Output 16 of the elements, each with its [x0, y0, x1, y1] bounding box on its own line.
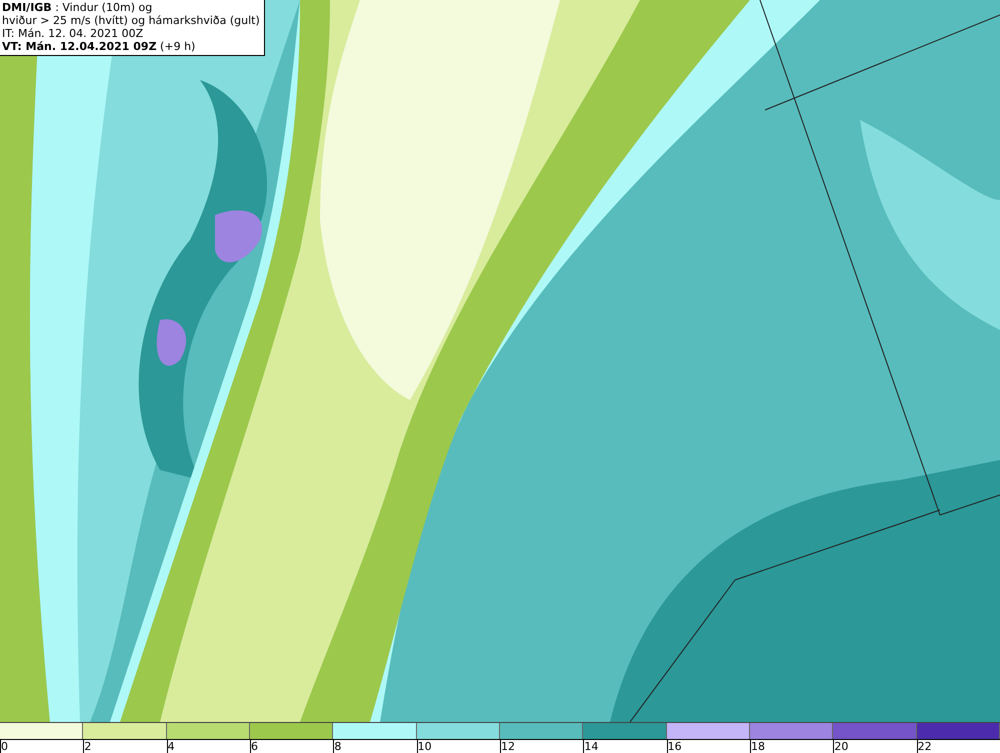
legend-tick-label: 0 [0, 740, 8, 753]
legend-tick-label: 16 [666, 740, 682, 753]
legend-tick-label: 12 [500, 740, 515, 753]
info-line: VT: Mán. 12.04.2021 09Z (+9 h) [2, 40, 196, 53]
legend-tick-label: 4 [166, 740, 175, 753]
legend-tick-label: 6 [250, 740, 258, 753]
legend-tick-label: 14 [583, 740, 598, 753]
legend-tick-label: 10 [416, 740, 432, 753]
legend-tick-label: 22 [916, 740, 932, 753]
legend-tick-label: 18 [750, 740, 765, 753]
legend-tick-label: 20 [833, 740, 848, 753]
legend-tick-label: 2 [83, 740, 92, 753]
info-line: IT: Mán. 12. 04. 2021 00Z [2, 27, 144, 40]
info-line: DMI/IGB : Vindur (10m) og [2, 1, 154, 14]
legend-tick-label: 8 [333, 740, 342, 753]
info-line: hviður > 25 m/s (hvítt) og hámarkshviða (gult) [2, 14, 260, 27]
